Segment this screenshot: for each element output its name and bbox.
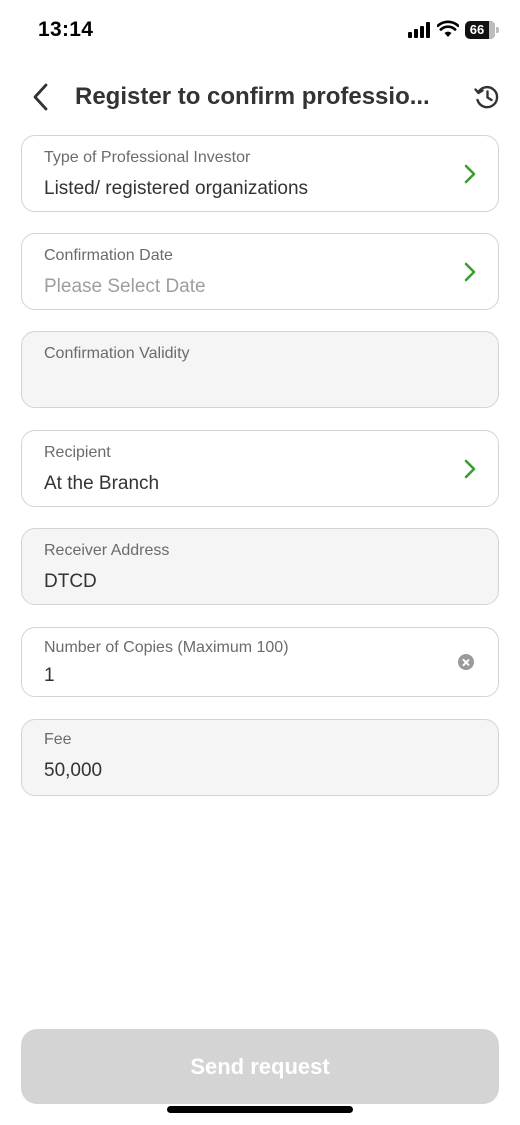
status-bar: 13:14 66 — [0, 0, 520, 60]
field-value: 1 — [44, 665, 55, 686]
back-button[interactable] — [22, 78, 58, 116]
recipient-select[interactable]: Recipient At the Branch — [21, 430, 499, 507]
field-value: DTCD — [44, 571, 97, 592]
battery-level: 66 — [469, 22, 485, 37]
field-value: Listed/ registered organizations — [44, 178, 309, 199]
professional-investor-type-select[interactable]: Type of Professional Investor Listed/ re… — [21, 135, 499, 212]
field-label: Confirmation Validity — [44, 345, 190, 362]
clear-icon[interactable] — [458, 654, 474, 670]
field-label: Type of Professional Investor — [44, 149, 251, 166]
history-button[interactable] — [470, 80, 504, 114]
send-request-button[interactable]: Send request — [21, 1029, 499, 1104]
field-label: Number of Copies (Maximum 100) — [44, 639, 289, 656]
field-label: Fee — [44, 731, 72, 748]
back-arrow-icon — [33, 83, 48, 111]
field-placeholder: Please Select Date — [44, 276, 206, 297]
chevron-right-icon — [464, 164, 476, 184]
number-of-copies-input[interactable]: Number of Copies (Maximum 100) 1 — [21, 627, 499, 697]
home-indicator — [167, 1106, 353, 1113]
fee-field: Fee 50,000 — [21, 719, 499, 796]
status-time: 13:14 — [38, 18, 94, 41]
confirmation-date-picker[interactable]: Confirmation Date Please Select Date — [21, 233, 499, 310]
field-value: At the Branch — [44, 473, 160, 494]
confirmation-validity-field: Confirmation Validity — [21, 331, 499, 408]
chevron-right-icon — [464, 262, 476, 282]
history-icon — [474, 85, 499, 109]
page-title: Register to confirm professio... — [75, 83, 430, 110]
wifi-icon — [437, 20, 459, 37]
cellular-signal-icon — [408, 22, 432, 38]
field-label: Recipient — [44, 444, 111, 461]
field-value: 50,000 — [44, 760, 103, 781]
battery-nub — [496, 27, 499, 33]
field-label: Confirmation Date — [44, 247, 173, 264]
receiver-address-field: Receiver Address DTCD — [21, 528, 499, 605]
battery-icon: 66 — [465, 21, 495, 39]
field-label: Receiver Address — [44, 542, 170, 559]
chevron-right-icon — [464, 459, 476, 479]
